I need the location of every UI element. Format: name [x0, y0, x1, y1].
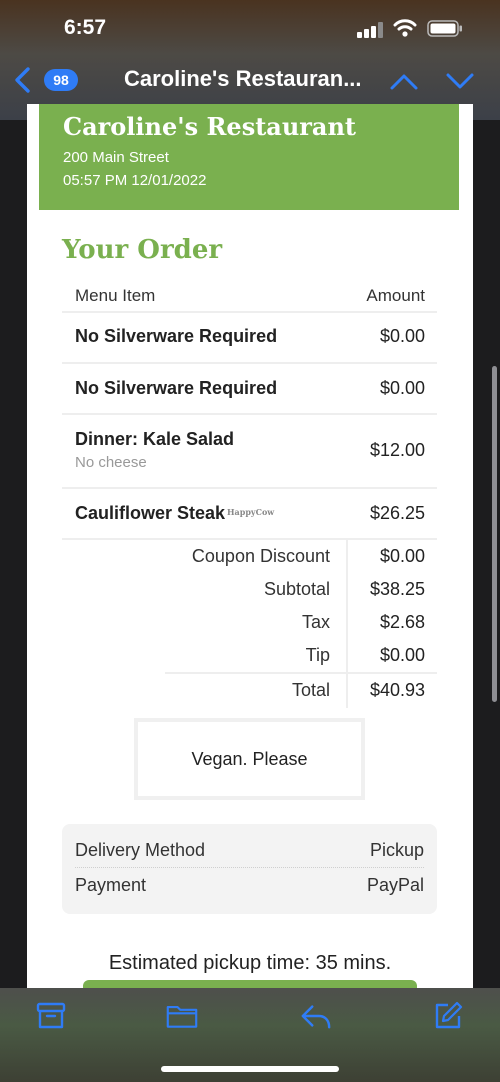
menu-item-column-header: Menu Item	[75, 286, 156, 305]
order-item-name: Cauliflower Steak	[75, 503, 226, 523]
row-divider	[62, 311, 437, 313]
order-heading: Your Order	[62, 235, 223, 265]
row-divider	[62, 362, 437, 364]
payment-label: Payment	[75, 875, 147, 895]
back-chevron-icon[interactable]	[10, 66, 36, 94]
tip-label: Tip	[305, 645, 330, 665]
amount-column-header: Amount	[366, 286, 425, 305]
order-item-name: No Silverware Required	[75, 326, 278, 346]
total-value: $40.93	[369, 680, 425, 700]
restaurant-name: Caroline's Restaurant	[63, 112, 357, 141]
archive-icon[interactable]	[35, 1000, 67, 1032]
delivery-method-value: Pickup	[369, 840, 424, 860]
cellular-signal-icon	[357, 22, 383, 38]
order-item-note: No cheese	[75, 454, 147, 471]
order-datetime: 05:57 PM 12/01/2022	[63, 172, 207, 189]
delivery-method-label: Delivery Method	[75, 840, 206, 860]
coupon-discount-label: Coupon Discount	[191, 546, 330, 566]
row-divider	[62, 413, 437, 415]
green-action-button[interactable]	[83, 980, 417, 988]
status-bar: 6:57	[0, 0, 500, 58]
coupon-discount-value: $0.00	[379, 546, 425, 566]
tip-value: $0.00	[379, 645, 425, 665]
down-chevron-icon[interactable]	[444, 68, 476, 94]
home-indicator[interactable]	[161, 1066, 339, 1072]
battery-icon	[427, 20, 462, 37]
scroll-indicator[interactable]	[492, 366, 497, 702]
summary-column-divider	[346, 540, 348, 708]
order-item-amount: $0.00	[379, 378, 425, 398]
wifi-icon	[393, 19, 417, 37]
subtotal-label: Subtotal	[263, 579, 330, 599]
row-divider	[62, 487, 437, 489]
up-chevron-icon[interactable]	[388, 68, 420, 94]
order-item-amount: $12.00	[369, 440, 425, 460]
order-info-card: Delivery Method Pickup Payment PayPal	[62, 824, 437, 914]
order-item-name: No Silverware Required	[75, 378, 278, 398]
mail-navigation-bar: 98 Caroline's Restauran...	[0, 58, 500, 104]
reply-icon[interactable]	[300, 1000, 332, 1032]
tax-value: $2.68	[379, 612, 425, 632]
estimated-pickup-time: Estimated pickup time: 35 mins.	[108, 952, 392, 974]
subtotal-value: $38.25	[369, 579, 425, 599]
order-item-amount: $0.00	[379, 326, 425, 346]
compose-icon[interactable]	[432, 1000, 464, 1032]
info-divider	[75, 867, 424, 868]
order-note-text: Vegan. Please	[191, 748, 308, 769]
total-label: Total	[291, 680, 330, 700]
restaurant-header: Caroline's Restaurant 200 Main Street 05…	[39, 104, 459, 210]
tax-label: Tax	[301, 612, 330, 632]
email-body: Caroline's Restaurant 200 Main Street 05…	[27, 104, 473, 988]
email-subject-title: Caroline's Restauran...	[124, 66, 362, 91]
order-item-amount: $26.25	[369, 503, 425, 523]
folder-icon[interactable]	[166, 1000, 198, 1032]
order-item-name: Dinner: Kale Salad	[75, 429, 235, 449]
total-divider	[165, 672, 437, 674]
row-divider	[62, 538, 437, 540]
unread-count-badge[interactable]: 98	[44, 69, 78, 91]
restaurant-address: 200 Main Street	[63, 149, 169, 166]
status-time: 6:57	[64, 16, 107, 39]
happycow-watermark: HappyCow	[227, 507, 275, 517]
payment-value: PayPal	[366, 875, 424, 895]
order-note-box: Vegan. Please	[134, 718, 365, 800]
